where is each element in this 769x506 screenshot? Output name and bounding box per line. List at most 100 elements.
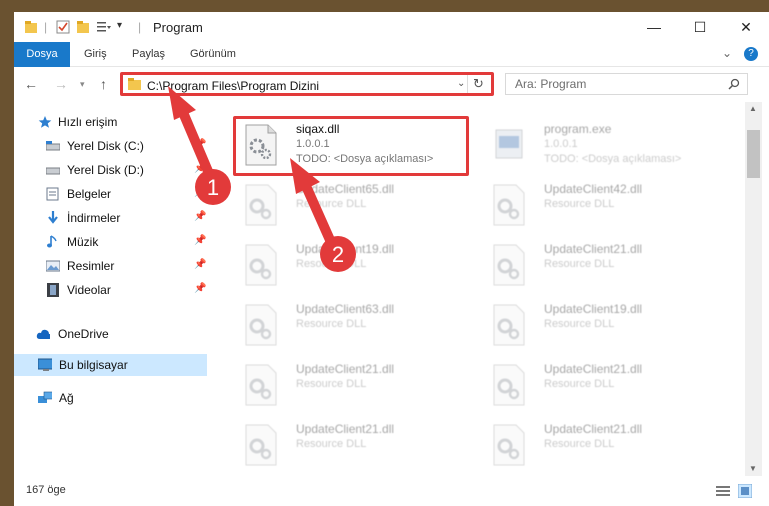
large-icons-view-icon[interactable]	[738, 484, 752, 498]
address-row: ← → ▾ ↑ C:\Program Files\Program Dizini …	[14, 67, 769, 101]
pin-icon[interactable]: 📌	[194, 259, 206, 270]
dll-file-icon	[493, 184, 525, 226]
ribbon-tabs: Dosya Giriş Paylaş Görünüm ⌄ ?	[14, 42, 769, 98]
file-explorer-window: | ▾ | Program — ☐ ✕ Dosya Giriş Paylaş G…	[14, 12, 769, 506]
file-item[interactable]: UpdateClient65.dll Resource DLL	[234, 178, 474, 234]
nav-item-videos[interactable]: Videolar 📌	[14, 279, 207, 301]
file-item[interactable]: UpdateClient19.dll Resource DLL	[482, 298, 722, 354]
file-item[interactable]: UpdateClient63.dll Resource DLL	[234, 298, 474, 354]
file-description: Resource DLL	[544, 198, 615, 210]
file-description: Resource DLL	[296, 438, 367, 450]
close-button[interactable]: ✕	[723, 12, 769, 42]
file-item[interactable]: UpdateClient21.dll Resource DLL	[482, 418, 722, 474]
up-arrow-icon[interactable]: ↑	[100, 76, 107, 92]
file-description: TODO: <Dosya açıklaması>	[544, 153, 682, 165]
chevron-down-icon[interactable]: ▾	[117, 20, 122, 31]
maximize-button[interactable]: ☐	[677, 12, 723, 42]
scrollbar-thumb[interactable]	[747, 130, 760, 178]
nav-item-local-disk-d[interactable]: Yerel Disk (D:) 📌	[14, 159, 207, 181]
scroll-down-icon[interactable]: ▼	[749, 464, 757, 473]
pin-icon[interactable]: 📌	[194, 283, 206, 294]
pin-icon[interactable]: 📌	[194, 211, 206, 222]
tab-paylas[interactable]: Paylaş	[132, 42, 165, 66]
nav-item-onedrive[interactable]: OneDrive	[14, 323, 207, 345]
file-name: UpdateClient63.dll	[296, 302, 395, 316]
file-item-siqax-dll[interactable]: siqax.dll 1.0.0.1 TODO: <Dosya açıklamas…	[234, 118, 474, 174]
cloud-icon	[36, 329, 50, 339]
tab-gorunum[interactable]: Görünüm	[190, 42, 236, 66]
dll-file-icon	[493, 424, 525, 466]
folder-icon	[128, 78, 141, 90]
customize-toolbar-icon[interactable]	[96, 20, 112, 34]
file-description: Resource DLL	[544, 438, 615, 450]
pictures-icon	[46, 260, 60, 272]
file-description: Resource DLL	[544, 378, 615, 390]
minimize-button[interactable]: —	[631, 12, 677, 42]
details-view-icon[interactable]	[716, 485, 730, 497]
dll-file-icon	[245, 124, 277, 166]
file-name: siqax.dll	[296, 122, 340, 136]
scroll-up-icon[interactable]: ▲	[749, 104, 757, 113]
address-dropdown-chevron-icon[interactable]: ⌄	[457, 78, 465, 89]
file-item[interactable]: UpdateClient21.dll Resource DLL	[234, 418, 474, 474]
file-description: Resource DLL	[544, 318, 615, 330]
file-description: TODO: <Dosya açıklaması>	[296, 153, 434, 165]
file-item[interactable]: UpdateClient21.dll Resource DLL	[234, 358, 474, 414]
file-item[interactable]: UpdateClient42.dll Resource DLL	[482, 178, 722, 234]
file-item[interactable]: UpdateClient19.dll Resource DLL	[234, 238, 474, 294]
file-name: UpdateClient21.dll	[544, 362, 643, 376]
ribbon-expand-icon[interactable]: ⌄	[722, 46, 732, 60]
file-item[interactable]: UpdateClient21.dll Resource DLL	[482, 358, 722, 414]
separator: |	[138, 20, 142, 34]
search-input[interactable]: Ara: Program	[505, 73, 748, 95]
file-name: UpdateClient65.dll	[296, 182, 395, 196]
nav-item-network[interactable]: Ağ	[14, 387, 207, 409]
nav-item-quick-access[interactable]: Hızlı erişim	[14, 111, 207, 133]
item-count: 167 öge	[26, 484, 66, 496]
vertical-scrollbar[interactable]: ▲ ▼	[745, 102, 762, 476]
file-version: 1.0.0.1	[544, 138, 578, 150]
recent-locations-chevron-icon[interactable]: ▾	[80, 79, 85, 90]
refresh-icon[interactable]: ↻	[473, 76, 484, 92]
file-item[interactable]: UpdateClient21.dll Resource DLL	[482, 238, 722, 294]
pin-icon[interactable]: 📌	[194, 187, 206, 198]
properties-icon[interactable]	[56, 20, 70, 34]
new-folder-icon[interactable]	[76, 20, 90, 34]
dll-file-icon	[245, 244, 277, 286]
nav-item-downloads[interactable]: İndirmeler 📌	[14, 207, 207, 229]
file-name: UpdateClient21.dll	[544, 422, 643, 436]
file-name: UpdateClient19.dll	[296, 242, 395, 256]
file-description: Resource DLL	[296, 198, 367, 210]
nav-item-this-pc[interactable]: Bu bilgisayar	[14, 354, 207, 376]
tab-giris[interactable]: Giriş	[84, 42, 107, 66]
dll-file-icon	[245, 184, 277, 226]
pin-icon[interactable]: 📌	[194, 163, 206, 174]
window-title: Program	[153, 20, 203, 35]
file-name: UpdateClient21.dll	[544, 242, 643, 256]
pin-icon[interactable]: 📌	[194, 235, 206, 246]
pin-icon[interactable]: 📌	[194, 139, 206, 150]
address-bar[interactable]: C:\Program Files\Program Dizini ⌄ ↻	[120, 72, 494, 96]
address-path: C:\Program Files\Program Dizini	[147, 79, 320, 93]
video-icon	[47, 283, 59, 297]
file-description: Resource DLL	[296, 378, 367, 390]
dll-file-icon	[493, 364, 525, 406]
nav-item-documents[interactable]: Belgeler 📌	[14, 183, 207, 205]
file-version: 1.0.0.1	[296, 138, 330, 150]
nav-item-local-disk-c[interactable]: Yerel Disk (C:) 📌	[14, 135, 207, 157]
music-icon	[47, 235, 57, 248]
file-item-program-exe[interactable]: program.exe 1.0.0.1 TODO: <Dosya açıklam…	[482, 118, 722, 174]
exe-file-icon	[495, 129, 523, 159]
back-arrow-icon[interactable]: ←	[24, 76, 38, 92]
status-bar: 167 öge	[14, 476, 769, 506]
forward-arrow-icon[interactable]: →	[54, 76, 68, 92]
file-name: UpdateClient19.dll	[544, 302, 643, 316]
file-name: program.exe	[544, 122, 612, 136]
download-icon	[48, 211, 58, 224]
nav-item-music[interactable]: Müzik 📌	[14, 231, 207, 253]
help-icon[interactable]: ?	[744, 47, 758, 61]
separator: |	[44, 20, 48, 34]
drive-icon	[46, 167, 60, 175]
nav-item-pictures[interactable]: Resimler 📌	[14, 255, 207, 277]
search-icon[interactable]	[728, 78, 740, 90]
